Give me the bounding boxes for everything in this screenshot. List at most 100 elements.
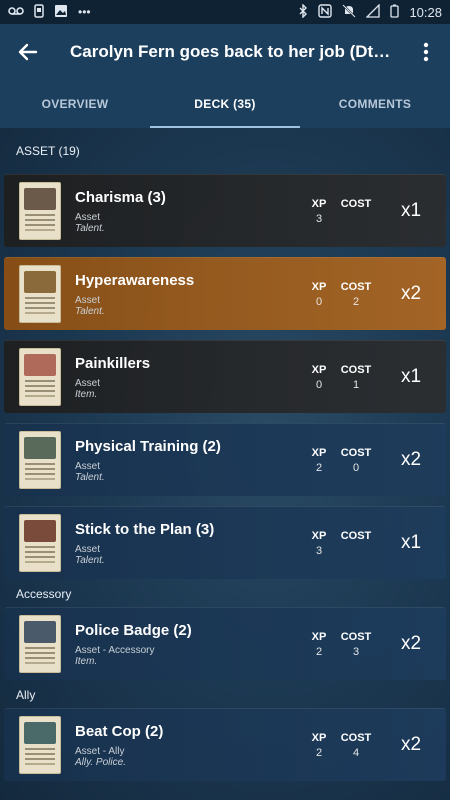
nfc-icon [318, 4, 333, 20]
page-title: Carolyn Fern goes back to her job (DttF … [70, 42, 402, 61]
cost-value: 2 [352, 295, 360, 308]
card-traits: Talent. [75, 222, 105, 234]
cost-value: 0 [352, 461, 360, 474]
card-art [24, 188, 56, 210]
back-button[interactable] [0, 24, 56, 80]
tab-bar: OVERVIEW DECK (35) COMMENTS [0, 80, 450, 128]
card-quantity: x2 [400, 633, 422, 654]
card-row[interactable]: Physical Training (2) Asset Talent. XP 2 COST… [4, 423, 446, 496]
card-traits: Item. [75, 655, 98, 667]
xp-value: 3 [315, 212, 323, 225]
card-name: Charisma (3) [75, 188, 166, 206]
card-quantity: x2 [400, 734, 422, 755]
xp-value: 0 [315, 378, 323, 391]
card-row[interactable]: Hyperawareness Asset Talent. XP 0 COST 2 x2 [4, 257, 446, 330]
cost-label: COST [340, 529, 372, 542]
card-name: Hyperawareness [75, 271, 195, 289]
xp-value: 0 [315, 295, 323, 308]
card-thumbnail [19, 348, 61, 406]
card-traits: Item. [75, 388, 98, 400]
card-art [24, 271, 56, 293]
more-options-button[interactable] [402, 24, 450, 80]
card-thumbnail [19, 615, 61, 673]
card-thumbnail [19, 265, 61, 323]
signal-icon [365, 3, 381, 20]
subheader-ally: Ally [16, 688, 36, 702]
mute-icon [342, 4, 357, 20]
cost-label: COST [340, 731, 372, 744]
card-quantity: x2 [400, 449, 422, 470]
card-traits: Talent. [75, 471, 105, 483]
xp-label: XP [311, 446, 327, 459]
card-traits: Ally. Police. [75, 756, 126, 768]
xp-label: XP [311, 197, 327, 210]
cost-value: 4 [352, 746, 360, 759]
cost-label: COST [340, 280, 372, 293]
card-traits: Talent. [75, 305, 105, 317]
card-thumbnail [19, 182, 61, 240]
cost-label: COST [340, 446, 372, 459]
card-type: Asset [75, 543, 101, 555]
xp-label: XP [311, 363, 327, 376]
card-name: Stick to the Plan (3) [75, 520, 215, 538]
subheader-accessory: Accessory [16, 587, 72, 601]
card-quantity: x1 [400, 366, 422, 387]
card-type: Asset [75, 377, 101, 389]
card-thumbnail [19, 514, 61, 572]
xp-value: 2 [315, 645, 323, 658]
card-art [24, 722, 56, 744]
card-name: Police Badge (2) [75, 621, 192, 639]
more-vert-icon [423, 42, 429, 62]
card-quantity: x1 [400, 532, 422, 553]
card-art [24, 354, 56, 376]
battery-icon [390, 4, 400, 20]
tab-deck[interactable]: DECK (35) [150, 80, 300, 128]
xp-label: XP [311, 731, 327, 744]
card-name: Physical Training (2) [75, 437, 221, 455]
cost-label: COST [340, 363, 372, 376]
xp-value: 2 [315, 746, 323, 759]
clock: 10:28 [409, 4, 442, 20]
card-type: Asset - Ally [75, 745, 125, 757]
card-traits: Talent. [75, 554, 105, 566]
card-art [24, 437, 56, 459]
tab-overview[interactable]: OVERVIEW [0, 80, 150, 128]
cost-value: 3 [352, 645, 360, 658]
card-row[interactable]: Stick to the Plan (3) Asset Talent. XP 3 COST… [4, 506, 446, 579]
bluetooth-icon [298, 3, 308, 20]
card-name: Painkillers [75, 354, 151, 372]
phone-icon [34, 4, 44, 20]
xp-label: XP [311, 280, 327, 293]
card-type: Asset [75, 294, 101, 306]
card-row[interactable]: Police Badge (2) Asset - Accessory Item. XP… [4, 607, 446, 680]
card-quantity: x2 [400, 283, 422, 304]
card-thumbnail [19, 716, 61, 774]
deck-list[interactable]: ASSET (19) Charisma (3) Asset Talent. XP 3 CO… [0, 128, 450, 800]
status-bar: ••• 10:28 [0, 0, 450, 24]
xp-value: 2 [315, 461, 323, 474]
card-row[interactable]: Charisma (3) Asset Talent. XP 3 COST x1 [4, 174, 446, 247]
voicemail-icon [8, 6, 24, 18]
arrow-left-icon [18, 43, 38, 61]
more-notifications-icon: ••• [78, 5, 91, 19]
tab-comments[interactable]: COMMENTS [300, 80, 450, 128]
xp-label: XP [311, 529, 327, 542]
app-bar: Carolyn Fern goes back to her job (DttF … [0, 24, 450, 80]
card-type: Asset - Accessory [75, 644, 155, 656]
cost-label: COST [340, 630, 372, 643]
cost-value: 1 [352, 378, 360, 391]
card-art [24, 520, 56, 542]
xp-value: 3 [315, 544, 323, 557]
card-row[interactable]: Beat Cop (2) Asset - Ally Ally. Police. XP 2… [4, 708, 446, 781]
card-row[interactable]: Painkillers Asset Item. XP 0 COST 1 x1 [4, 340, 446, 413]
card-quantity: x1 [400, 200, 422, 221]
card-name: Beat Cop (2) [75, 722, 164, 740]
cost-label: COST [340, 197, 372, 210]
section-header-asset: ASSET (19) [16, 144, 80, 158]
card-art [24, 621, 56, 643]
xp-label: XP [311, 630, 327, 643]
image-icon [54, 4, 68, 20]
card-type: Asset [75, 460, 101, 472]
card-thumbnail [19, 431, 61, 489]
card-type: Asset [75, 211, 101, 223]
